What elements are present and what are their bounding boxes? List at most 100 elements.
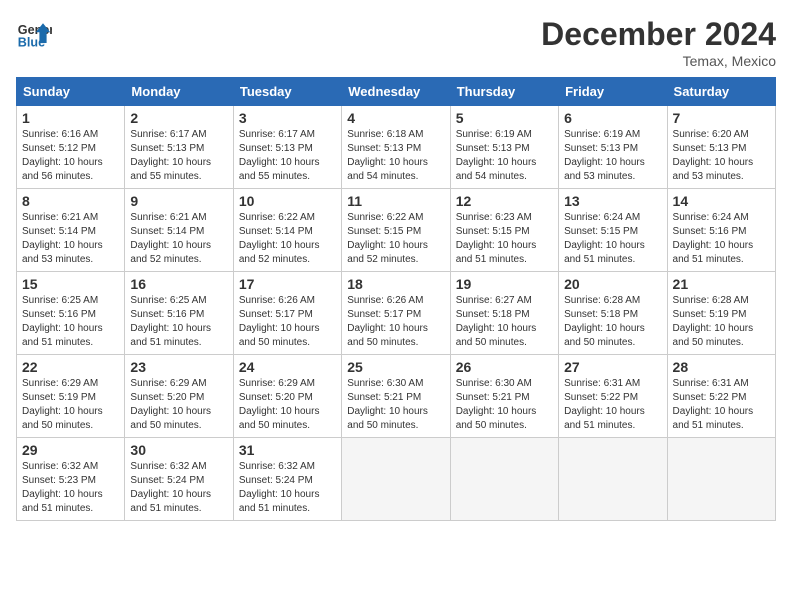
table-row: 15 Sunrise: 6:25 AM Sunset: 5:16 PM Dayl… <box>17 272 125 355</box>
month-title: December 2024 <box>541 16 776 53</box>
day-info: Sunrise: 6:24 AM Sunset: 5:16 PM Dayligh… <box>673 211 770 267</box>
day-info: Sunrise: 6:28 AM Sunset: 5:18 PM Dayligh… <box>564 294 661 350</box>
day-info: Sunrise: 6:29 AM Sunset: 5:20 PM Dayligh… <box>239 377 336 433</box>
table-row: 10 Sunrise: 6:22 AM Sunset: 5:14 PM Dayl… <box>233 189 341 272</box>
calendar-week-row: 8 Sunrise: 6:21 AM Sunset: 5:14 PM Dayli… <box>17 189 776 272</box>
table-row: 9 Sunrise: 6:21 AM Sunset: 5:14 PM Dayli… <box>125 189 233 272</box>
day-info: Sunrise: 6:17 AM Sunset: 5:13 PM Dayligh… <box>130 128 227 184</box>
header-thursday: Thursday <box>450 78 558 106</box>
day-number: 18 <box>347 276 444 292</box>
day-info: Sunrise: 6:32 AM Sunset: 5:23 PM Dayligh… <box>22 460 119 516</box>
day-info: Sunrise: 6:17 AM Sunset: 5:13 PM Dayligh… <box>239 128 336 184</box>
day-info: Sunrise: 6:21 AM Sunset: 5:14 PM Dayligh… <box>130 211 227 267</box>
day-number: 17 <box>239 276 336 292</box>
logo: General Blue <box>16 16 52 52</box>
table-row: 6 Sunrise: 6:19 AM Sunset: 5:13 PM Dayli… <box>559 106 667 189</box>
location: Temax, Mexico <box>541 53 776 69</box>
day-info: Sunrise: 6:22 AM Sunset: 5:14 PM Dayligh… <box>239 211 336 267</box>
table-row: 20 Sunrise: 6:28 AM Sunset: 5:18 PM Dayl… <box>559 272 667 355</box>
day-info: Sunrise: 6:19 AM Sunset: 5:13 PM Dayligh… <box>456 128 553 184</box>
table-row: 1 Sunrise: 6:16 AM Sunset: 5:12 PM Dayli… <box>17 106 125 189</box>
day-info: Sunrise: 6:28 AM Sunset: 5:19 PM Dayligh… <box>673 294 770 350</box>
day-info: Sunrise: 6:31 AM Sunset: 5:22 PM Dayligh… <box>564 377 661 433</box>
table-row: 26 Sunrise: 6:30 AM Sunset: 5:21 PM Dayl… <box>450 355 558 438</box>
day-number: 8 <box>22 193 119 209</box>
table-row: 4 Sunrise: 6:18 AM Sunset: 5:13 PM Dayli… <box>342 106 450 189</box>
table-row: 28 Sunrise: 6:31 AM Sunset: 5:22 PM Dayl… <box>667 355 775 438</box>
table-row: 3 Sunrise: 6:17 AM Sunset: 5:13 PM Dayli… <box>233 106 341 189</box>
calendar-week-row: 22 Sunrise: 6:29 AM Sunset: 5:19 PM Dayl… <box>17 355 776 438</box>
calendar-week-row: 15 Sunrise: 6:25 AM Sunset: 5:16 PM Dayl… <box>17 272 776 355</box>
day-info: Sunrise: 6:26 AM Sunset: 5:17 PM Dayligh… <box>347 294 444 350</box>
header-friday: Friday <box>559 78 667 106</box>
day-number: 24 <box>239 359 336 375</box>
day-number: 30 <box>130 442 227 458</box>
table-row: 29 Sunrise: 6:32 AM Sunset: 5:23 PM Dayl… <box>17 438 125 521</box>
day-number: 4 <box>347 110 444 126</box>
day-number: 14 <box>673 193 770 209</box>
table-row: 18 Sunrise: 6:26 AM Sunset: 5:17 PM Dayl… <box>342 272 450 355</box>
day-info: Sunrise: 6:27 AM Sunset: 5:18 PM Dayligh… <box>456 294 553 350</box>
day-info: Sunrise: 6:23 AM Sunset: 5:15 PM Dayligh… <box>456 211 553 267</box>
table-row: 21 Sunrise: 6:28 AM Sunset: 5:19 PM Dayl… <box>667 272 775 355</box>
day-number: 5 <box>456 110 553 126</box>
day-info: Sunrise: 6:29 AM Sunset: 5:20 PM Dayligh… <box>130 377 227 433</box>
day-info: Sunrise: 6:32 AM Sunset: 5:24 PM Dayligh… <box>239 460 336 516</box>
day-number: 9 <box>130 193 227 209</box>
header-wednesday: Wednesday <box>342 78 450 106</box>
day-info: Sunrise: 6:31 AM Sunset: 5:22 PM Dayligh… <box>673 377 770 433</box>
day-number: 29 <box>22 442 119 458</box>
table-row: 14 Sunrise: 6:24 AM Sunset: 5:16 PM Dayl… <box>667 189 775 272</box>
day-number: 6 <box>564 110 661 126</box>
day-info: Sunrise: 6:26 AM Sunset: 5:17 PM Dayligh… <box>239 294 336 350</box>
day-info: Sunrise: 6:22 AM Sunset: 5:15 PM Dayligh… <box>347 211 444 267</box>
page-header: General Blue December 2024 Temax, Mexico <box>16 16 776 69</box>
day-info: Sunrise: 6:18 AM Sunset: 5:13 PM Dayligh… <box>347 128 444 184</box>
day-info: Sunrise: 6:21 AM Sunset: 5:14 PM Dayligh… <box>22 211 119 267</box>
table-row: 23 Sunrise: 6:29 AM Sunset: 5:20 PM Dayl… <box>125 355 233 438</box>
day-number: 31 <box>239 442 336 458</box>
table-row: 7 Sunrise: 6:20 AM Sunset: 5:13 PM Dayli… <box>667 106 775 189</box>
day-info: Sunrise: 6:25 AM Sunset: 5:16 PM Dayligh… <box>130 294 227 350</box>
day-info: Sunrise: 6:20 AM Sunset: 5:13 PM Dayligh… <box>673 128 770 184</box>
table-row: 31 Sunrise: 6:32 AM Sunset: 5:24 PM Dayl… <box>233 438 341 521</box>
day-number: 25 <box>347 359 444 375</box>
day-info: Sunrise: 6:30 AM Sunset: 5:21 PM Dayligh… <box>347 377 444 433</box>
day-info: Sunrise: 6:32 AM Sunset: 5:24 PM Dayligh… <box>130 460 227 516</box>
table-row: 24 Sunrise: 6:29 AM Sunset: 5:20 PM Dayl… <box>233 355 341 438</box>
calendar-week-row: 29 Sunrise: 6:32 AM Sunset: 5:23 PM Dayl… <box>17 438 776 521</box>
table-row: 11 Sunrise: 6:22 AM Sunset: 5:15 PM Dayl… <box>342 189 450 272</box>
header-tuesday: Tuesday <box>233 78 341 106</box>
table-row: 22 Sunrise: 6:29 AM Sunset: 5:19 PM Dayl… <box>17 355 125 438</box>
table-row: 13 Sunrise: 6:24 AM Sunset: 5:15 PM Dayl… <box>559 189 667 272</box>
table-row: 17 Sunrise: 6:26 AM Sunset: 5:17 PM Dayl… <box>233 272 341 355</box>
logo-icon: General Blue <box>16 16 52 52</box>
table-row: 19 Sunrise: 6:27 AM Sunset: 5:18 PM Dayl… <box>450 272 558 355</box>
day-info: Sunrise: 6:25 AM Sunset: 5:16 PM Dayligh… <box>22 294 119 350</box>
day-number: 23 <box>130 359 227 375</box>
day-number: 20 <box>564 276 661 292</box>
table-row <box>342 438 450 521</box>
day-info: Sunrise: 6:16 AM Sunset: 5:12 PM Dayligh… <box>22 128 119 184</box>
day-number: 2 <box>130 110 227 126</box>
table-row: 2 Sunrise: 6:17 AM Sunset: 5:13 PM Dayli… <box>125 106 233 189</box>
day-number: 15 <box>22 276 119 292</box>
day-number: 28 <box>673 359 770 375</box>
table-row: 8 Sunrise: 6:21 AM Sunset: 5:14 PM Dayli… <box>17 189 125 272</box>
day-number: 21 <box>673 276 770 292</box>
table-row <box>667 438 775 521</box>
weekday-header-row: Sunday Monday Tuesday Wednesday Thursday… <box>17 78 776 106</box>
day-number: 13 <box>564 193 661 209</box>
table-row: 12 Sunrise: 6:23 AM Sunset: 5:15 PM Dayl… <box>450 189 558 272</box>
day-number: 19 <box>456 276 553 292</box>
day-info: Sunrise: 6:24 AM Sunset: 5:15 PM Dayligh… <box>564 211 661 267</box>
header-sunday: Sunday <box>17 78 125 106</box>
day-number: 16 <box>130 276 227 292</box>
day-number: 26 <box>456 359 553 375</box>
day-number: 22 <box>22 359 119 375</box>
table-row <box>450 438 558 521</box>
day-info: Sunrise: 6:29 AM Sunset: 5:19 PM Dayligh… <box>22 377 119 433</box>
table-row: 25 Sunrise: 6:30 AM Sunset: 5:21 PM Dayl… <box>342 355 450 438</box>
day-number: 11 <box>347 193 444 209</box>
day-info: Sunrise: 6:30 AM Sunset: 5:21 PM Dayligh… <box>456 377 553 433</box>
